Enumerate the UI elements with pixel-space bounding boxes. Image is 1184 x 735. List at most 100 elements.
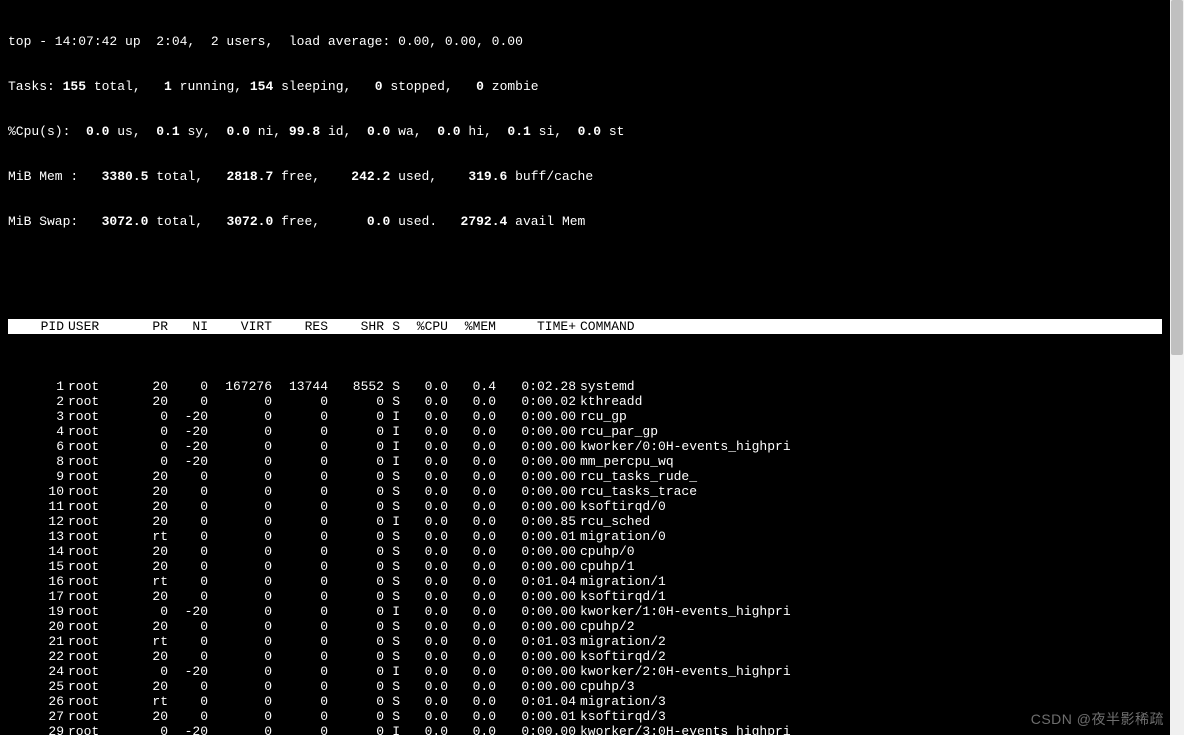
cell-pid: 9	[8, 469, 64, 484]
process-row[interactable]: 12root200000I0.00.00:00.85rcu_sched	[8, 514, 1162, 529]
process-row[interactable]: 26rootrt0000S0.00.00:01.04migration/3	[8, 694, 1162, 709]
cell-cpu: 0.0	[400, 604, 448, 619]
cell-s: S	[384, 379, 400, 394]
cell-cmd: rcu_tasks_trace	[576, 484, 1162, 499]
cell-time: 0:01.04	[496, 574, 576, 589]
cell-s: I	[384, 439, 400, 454]
process-row[interactable]: 4root0-20000I0.00.00:00.00rcu_par_gp	[8, 424, 1162, 439]
process-row[interactable]: 16rootrt0000S0.00.00:01.04migration/1	[8, 574, 1162, 589]
process-row[interactable]: 10root200000S0.00.00:00.00rcu_tasks_trac…	[8, 484, 1162, 499]
cell-user: root	[64, 409, 136, 424]
process-row[interactable]: 22root200000S0.00.00:00.00ksoftirqd/2	[8, 649, 1162, 664]
cell-user: root	[64, 529, 136, 544]
cell-cmd: ksoftirqd/2	[576, 649, 1162, 664]
col-s[interactable]: S	[384, 319, 400, 334]
cell-res: 0	[272, 484, 328, 499]
process-row[interactable]: 15root200000S0.00.00:00.00cpuhp/1	[8, 559, 1162, 574]
col-cmd[interactable]: COMMAND	[576, 319, 1162, 334]
cell-shr: 0	[328, 679, 384, 694]
cell-mem: 0.0	[448, 709, 496, 724]
process-row[interactable]: 17root200000S0.00.00:00.00ksoftirqd/1	[8, 589, 1162, 604]
process-row[interactable]: 25root200000S0.00.00:00.00cpuhp/3	[8, 679, 1162, 694]
cell-pr: 0	[136, 409, 168, 424]
col-virt[interactable]: VIRT	[208, 319, 272, 334]
cell-pr: rt	[136, 634, 168, 649]
cell-s: I	[384, 514, 400, 529]
scrollbar-track[interactable]	[1170, 0, 1184, 735]
cell-pr: 20	[136, 649, 168, 664]
cell-cpu: 0.0	[400, 439, 448, 454]
cell-pid: 22	[8, 649, 64, 664]
col-ni[interactable]: NI	[168, 319, 208, 334]
cell-pr: 0	[136, 454, 168, 469]
col-shr[interactable]: SHR	[328, 319, 384, 334]
process-row[interactable]: 21rootrt0000S0.00.00:01.03migration/2	[8, 634, 1162, 649]
cell-time: 0:00.02	[496, 394, 576, 409]
cell-ni: 0	[168, 679, 208, 694]
cell-res: 13744	[272, 379, 328, 394]
process-row[interactable]: 19root0-20000I0.00.00:00.00kworker/1:0H-…	[8, 604, 1162, 619]
terminal-output[interactable]: top - 14:07:42 up 2:04, 2 users, load av…	[0, 0, 1170, 735]
cell-res: 0	[272, 529, 328, 544]
col-pid[interactable]: PID	[8, 319, 64, 334]
cell-shr: 0	[328, 664, 384, 679]
process-row[interactable]: 13rootrt0000S0.00.00:00.01migration/0	[8, 529, 1162, 544]
cell-shr: 0	[328, 574, 384, 589]
cell-mem: 0.0	[448, 469, 496, 484]
cell-mem: 0.0	[448, 454, 496, 469]
process-row[interactable]: 14root200000S0.00.00:00.00cpuhp/0	[8, 544, 1162, 559]
cell-cmd: ksoftirqd/0	[576, 499, 1162, 514]
scrollbar-thumb[interactable]	[1171, 0, 1183, 355]
cell-pr: rt	[136, 694, 168, 709]
cell-time: 0:00.00	[496, 544, 576, 559]
col-res[interactable]: RES	[272, 319, 328, 334]
process-row[interactable]: 11root200000S0.00.00:00.00ksoftirqd/0	[8, 499, 1162, 514]
cell-cpu: 0.0	[400, 619, 448, 634]
cell-mem: 0.0	[448, 394, 496, 409]
cell-pid: 27	[8, 709, 64, 724]
col-user[interactable]: USER	[64, 319, 136, 334]
cell-shr: 0	[328, 604, 384, 619]
cell-mem: 0.0	[448, 724, 496, 735]
process-row[interactable]: 20root200000S0.00.00:00.00cpuhp/2	[8, 619, 1162, 634]
cell-shr: 0	[328, 394, 384, 409]
cell-mem: 0.0	[448, 694, 496, 709]
cell-time: 0:00.00	[496, 424, 576, 439]
cell-virt: 0	[208, 709, 272, 724]
cell-cmd: rcu_sched	[576, 514, 1162, 529]
cell-user: root	[64, 589, 136, 604]
blank-line	[8, 259, 1162, 274]
cell-cpu: 0.0	[400, 679, 448, 694]
col-mem[interactable]: %MEM	[448, 319, 496, 334]
cell-mem: 0.0	[448, 634, 496, 649]
cell-ni: 0	[168, 694, 208, 709]
cell-s: S	[384, 679, 400, 694]
col-time[interactable]: TIME+	[496, 319, 576, 334]
cell-shr: 0	[328, 454, 384, 469]
cell-cmd: migration/1	[576, 574, 1162, 589]
process-row[interactable]: 24root0-20000I0.00.00:00.00kworker/2:0H-…	[8, 664, 1162, 679]
cell-virt: 0	[208, 514, 272, 529]
process-row[interactable]: 1root200167276137448552S0.00.40:02.28sys…	[8, 379, 1162, 394]
process-row[interactable]: 27root200000S0.00.00:00.01ksoftirqd/3	[8, 709, 1162, 724]
cell-ni: 0	[168, 469, 208, 484]
process-row[interactable]: 29root0-20000I0.00.00:00.00kworker/3:0H-…	[8, 724, 1162, 735]
cell-s: S	[384, 694, 400, 709]
cell-ni: 0	[168, 529, 208, 544]
process-row[interactable]: 6root0-20000I0.00.00:00.00kworker/0:0H-e…	[8, 439, 1162, 454]
cell-s: S	[384, 649, 400, 664]
cell-cmd: kworker/2:0H-events_highpri	[576, 664, 1162, 679]
process-row[interactable]: 3root0-20000I0.00.00:00.00rcu_gp	[8, 409, 1162, 424]
cell-s: I	[384, 454, 400, 469]
process-row[interactable]: 9root200000S0.00.00:00.00rcu_tasks_rude_	[8, 469, 1162, 484]
process-row[interactable]: 8root0-20000I0.00.00:00.00mm_percpu_wq	[8, 454, 1162, 469]
cell-ni: 0	[168, 619, 208, 634]
cell-cmd: cpuhp/3	[576, 679, 1162, 694]
cell-shr: 0	[328, 514, 384, 529]
col-pr[interactable]: PR	[136, 319, 168, 334]
col-cpu[interactable]: %CPU	[400, 319, 448, 334]
process-row[interactable]: 2root200000S0.00.00:00.02kthreadd	[8, 394, 1162, 409]
cell-ni: -20	[168, 439, 208, 454]
cell-ni: 0	[168, 514, 208, 529]
cell-pr: 20	[136, 589, 168, 604]
